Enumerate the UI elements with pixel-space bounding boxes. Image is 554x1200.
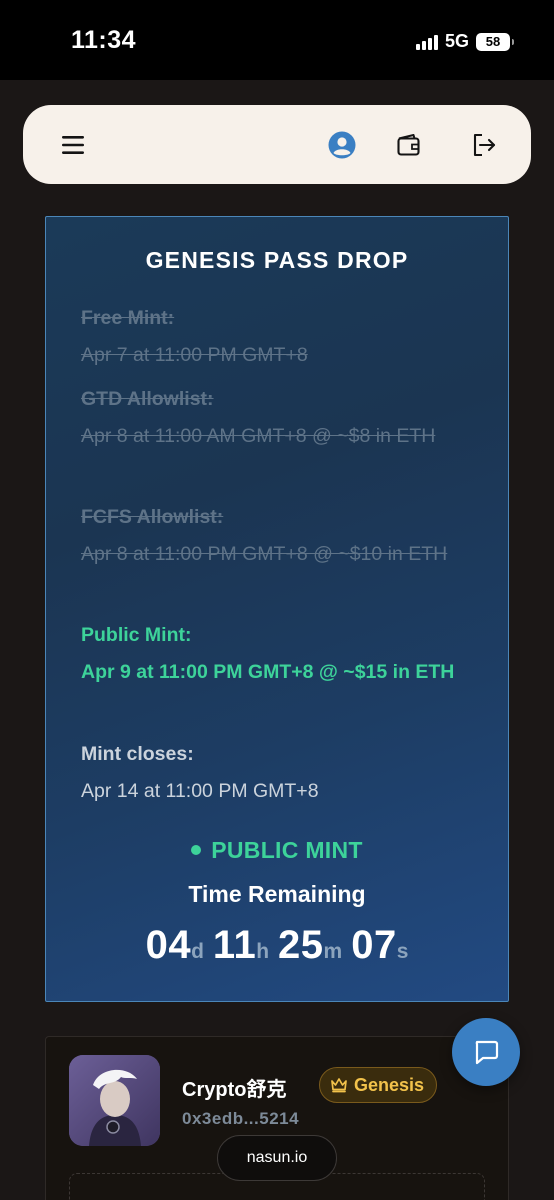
phase-label: GTD Allowlist: bbox=[81, 388, 214, 410]
countdown-days: 04 bbox=[145, 923, 192, 967]
status-bar: 11:34 5G 58 bbox=[0, 0, 554, 80]
countdown-seconds: 07 bbox=[351, 923, 397, 967]
countdown-hours: 11 bbox=[212, 923, 257, 967]
closes-label: Mint closes: bbox=[81, 743, 194, 765]
live-status: PUBLIC MINT bbox=[46, 837, 508, 864]
status-indicators: 5G 58 bbox=[415, 31, 514, 52]
app-header bbox=[23, 105, 531, 184]
url-text: nasun.io bbox=[246, 1149, 308, 1166]
phase-date: Apr 7 at 11:00 PM GMT+8 bbox=[81, 344, 308, 366]
phase-label: FCFS Allowlist: bbox=[81, 506, 224, 528]
wallet-address: 0x3edb...5214 bbox=[182, 1109, 300, 1128]
chat-button[interactable] bbox=[452, 1018, 520, 1086]
countdown-days-unit: d bbox=[191, 940, 204, 963]
badge-label: Genesis bbox=[354, 1074, 425, 1095]
phase-fcfs-allowlist: FCFS Allowlist: Apr 8 at 11:00 PM GMT+8 … bbox=[81, 499, 481, 573]
phase-label: Public Mint: bbox=[81, 624, 192, 646]
status-time: 11:34 bbox=[71, 26, 137, 54]
chat-bubble-icon bbox=[475, 1040, 499, 1065]
time-remaining-label: Time Remaining bbox=[188, 881, 366, 907]
url-pill[interactable]: nasun.io bbox=[217, 1135, 337, 1181]
countdown-seconds-unit: s bbox=[396, 940, 409, 963]
countdown-minutes-unit: m bbox=[323, 940, 343, 963]
countdown-timer: 04d 11h 25m 07s bbox=[46, 923, 508, 968]
crown-icon bbox=[331, 1078, 347, 1093]
genesis-drop-panel: GENESIS PASS DROP Free Mint: Apr 7 at 11… bbox=[45, 216, 509, 1002]
genesis-badge: Genesis bbox=[319, 1067, 438, 1103]
signal-icon bbox=[415, 34, 438, 50]
panel-title: GENESIS PASS DROP bbox=[145, 247, 409, 273]
live-dot-icon bbox=[191, 844, 202, 855]
battery-icon: 58 bbox=[476, 32, 514, 51]
avatar-portrait-icon bbox=[69, 1055, 160, 1146]
wallet-icon[interactable] bbox=[396, 132, 422, 158]
network-label: 5G bbox=[444, 31, 469, 51]
avatar[interactable] bbox=[69, 1055, 160, 1146]
mint-closes: Mint closes: Apr 14 at 11:00 PM GMT+8 bbox=[81, 736, 481, 810]
phase-gtd-allowlist: GTD Allowlist: Apr 8 at 11:00 AM GMT+8 @… bbox=[81, 381, 481, 455]
battery-level: 58 bbox=[485, 34, 501, 49]
phase-public-mint: Public Mint: Apr 9 at 11:00 PM GMT+8 @ ~… bbox=[81, 617, 481, 691]
user-name: Crypto舒克 bbox=[182, 1079, 287, 1101]
countdown-minutes: 25 bbox=[278, 923, 324, 967]
live-status-label: PUBLIC MINT bbox=[211, 837, 363, 863]
phase-date: Apr 9 at 11:00 PM GMT+8 @ ~$15 in ETH bbox=[81, 661, 455, 683]
logout-icon[interactable] bbox=[471, 132, 497, 158]
closes-date: Apr 14 at 11:00 PM GMT+8 bbox=[81, 780, 319, 802]
hamburger-menu-icon[interactable] bbox=[61, 132, 87, 158]
phase-date: Apr 8 at 11:00 AM GMT+8 @ ~$8 in ETH bbox=[81, 425, 436, 447]
phase-date: Apr 8 at 11:00 PM GMT+8 @ ~$10 in ETH bbox=[81, 543, 448, 565]
phase-free-mint: Free Mint: Apr 7 at 11:00 PM GMT+8 bbox=[81, 300, 481, 374]
countdown-hours-unit: h bbox=[256, 940, 270, 963]
phase-label: Free Mint: bbox=[81, 307, 175, 329]
user-circle-icon[interactable] bbox=[328, 131, 356, 159]
